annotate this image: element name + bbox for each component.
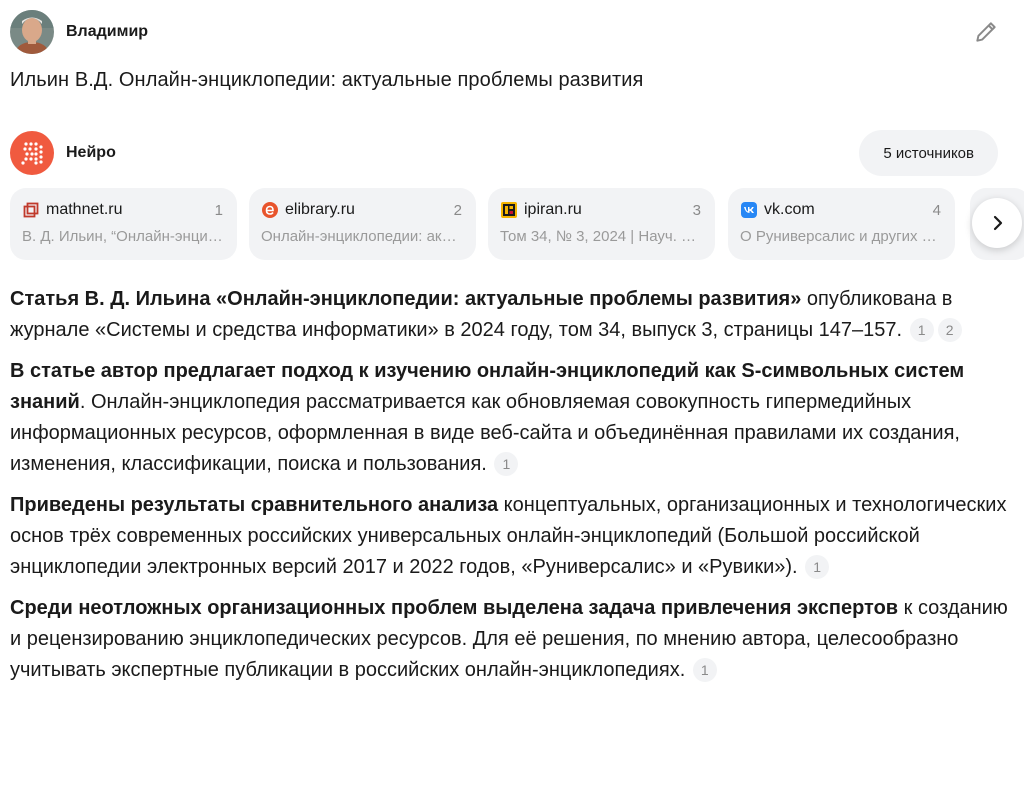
citation-ref[interactable]: 1 (909, 318, 934, 342)
source-card-mathnet[interactable]: mathnet.ru 1 В. Д. Ильин, “Онлайн-энцикл… (10, 188, 237, 260)
chevron-right-icon (993, 215, 1003, 231)
answer-paragraph: Статья В. Д. Ильина «Онлайн-энциклопедии… (10, 284, 1010, 346)
ipiran-icon (500, 201, 518, 219)
source-card-vk[interactable]: vk.com 4 О Руниверсалис и других онлайн-… (728, 188, 955, 260)
neuro-logo-icon (10, 131, 54, 175)
source-description: Онлайн-энциклопедии: актуальные проблемы… (261, 228, 462, 245)
source-card-ipiran[interactable]: ipiran.ru 3 Том 34, № 3, 2024 | Науч. жу… (488, 188, 715, 260)
neuro-name: Нейро (66, 144, 116, 161)
answer-paragraph: Приведены результаты сравнительного анал… (10, 490, 1010, 583)
user-name: Владимир (66, 23, 149, 40)
mathnet-icon (22, 201, 40, 219)
user-query: Ильин В.Д. Онлайн-энциклопедии: актуальн… (10, 69, 644, 91)
source-card-elibrary[interactable]: elibrary.ru 2 Онлайн-энциклопедии: актуа… (249, 188, 476, 260)
neuro-header: Нейро (10, 131, 116, 175)
citation-ref[interactable]: 1 (692, 658, 717, 682)
source-number: 3 (692, 201, 701, 219)
user-header: Владимир (10, 10, 148, 54)
source-description: В. Д. Ильин, “Онлайн-энциклопедии: актуа… (22, 228, 223, 245)
source-description: Том 34, № 3, 2024 | Науч. журнал (500, 228, 701, 245)
citation-ref[interactable]: 1 (805, 555, 830, 579)
answer-highlight: Статья В. Д. Ильина «Онлайн-энциклопедии… (10, 288, 802, 310)
source-number: 2 (453, 201, 462, 219)
source-description: О Руниверсалис и других онлайн-энциклопе… (740, 228, 941, 245)
source-domain: ipiran.ru (524, 201, 582, 218)
answer-highlight: Приведены результаты сравнительного анал… (10, 494, 499, 516)
source-domain: mathnet.ru (46, 201, 123, 218)
answer-highlight: Среди неотложных организационных проблем… (10, 597, 899, 619)
answer-text: . Онлайн-энциклопедия рассматривается ка… (10, 391, 960, 475)
source-domain: elibrary.ru (285, 201, 355, 218)
citation-ref[interactable]: 1 (494, 452, 519, 476)
pencil-icon (976, 22, 996, 42)
source-number: 4 (932, 201, 941, 219)
answer-paragraph: В статье автор предлагает подход к изуче… (10, 356, 1010, 480)
source-number: 1 (214, 201, 223, 219)
neuro-answer: Статья В. Д. Ильина «Онлайн-энциклопедии… (10, 284, 1010, 696)
source-domain: vk.com (764, 201, 815, 218)
sources-count-button[interactable]: 5 источников (859, 130, 998, 176)
answer-paragraph: Среди неотложных организационных проблем… (10, 593, 1010, 686)
vk-icon (740, 201, 758, 219)
source-cards: mathnet.ru 1 В. Д. Ильин, “Онлайн-энцикл… (10, 188, 1024, 260)
next-sources-button[interactable] (972, 198, 1022, 248)
elibrary-icon (261, 201, 279, 219)
citation-ref[interactable]: 2 (937, 318, 962, 342)
user-avatar (10, 10, 54, 54)
edit-query-button[interactable] (972, 18, 1000, 46)
